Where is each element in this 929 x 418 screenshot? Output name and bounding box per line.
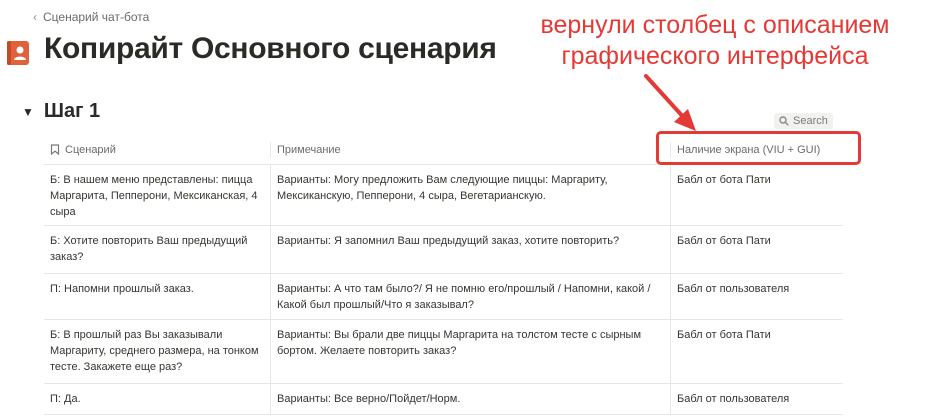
annotation-highlight-box [656,131,861,165]
annotation-arrow-icon [644,74,696,131]
section-header[interactable]: ▼ Шаг 1 [22,100,100,123]
annotation-text: вернули столбец с описанием графического… [505,10,925,72]
table-cell-screen[interactable]: Бабл от пользователя [671,384,843,414]
table-row[interactable]: П: Да. Варианты: Все верно/Пойдет/Норм. … [44,384,843,415]
breadcrumb-label[interactable]: Сценарий чат-бота [43,10,149,24]
search-icon [779,116,789,126]
table-cell-note[interactable]: Варианты: Вы брали две пиццы Маргарита н… [271,320,671,383]
table-cell-screen[interactable]: Бабл от пользователя [671,274,843,319]
table-cell-scenario[interactable]: Б: Хотите повторить Ваш предыдущий заказ… [44,226,271,273]
chevron-left-icon: ‹ [33,10,37,24]
breadcrumb[interactable]: ‹ Сценарий чат-бота [33,10,149,24]
column-header-scenario[interactable]: Сценарий [44,141,271,158]
table-cell-screen[interactable]: Бабл от бота Пати [671,320,843,383]
table-row[interactable]: Б: В прошлый раз Вы заказывали Маргариту… [44,320,843,384]
table-cell-note[interactable]: Варианты: Я запомнил Ваш предыдущий зака… [271,226,671,273]
table-cell-note[interactable]: Варианты: Все верно/Пойдет/Норм. [271,384,671,414]
search-button[interactable]: Search [774,113,833,129]
table-cell-scenario[interactable]: П: Да. [44,384,271,414]
table-cell-note[interactable]: Варианты: Могу предложить Вам следующие … [271,165,671,225]
bookmark-icon [50,144,60,155]
section-title: Шаг 1 [43,100,101,122]
search-label: Search [793,115,828,127]
toggle-triangle-icon[interactable]: ▼ [22,105,34,119]
annotation-line-1: вернули столбец с описанием [540,11,890,39]
table-row[interactable]: Б: Хотите повторить Ваш предыдущий заказ… [44,226,843,274]
scenario-table: Сценарий Примечание Наличие экрана (VIU … [44,135,843,415]
table-cell-scenario[interactable]: П: Напомни прошлый заказ. [44,274,271,319]
page-title: Копирайт Основного сценария [44,32,497,65]
annotation-line-2: графического интерфейса [561,42,869,70]
contact-book-icon [7,41,29,65]
table-cell-scenario[interactable]: Б: В прошлый раз Вы заказывали Маргариту… [44,320,271,383]
table-row[interactable]: П: Напомни прошлый заказ. Варианты: А чт… [44,274,843,320]
table-cell-note[interactable]: Варианты: А что там было?/ Я не помню ег… [271,274,671,319]
table-row[interactable]: Б: В нашем меню представлены: пицца Марг… [44,165,843,226]
table-cell-screen[interactable]: Бабл от бота Пати [671,165,843,225]
table-cell-screen[interactable]: Бабл от бота Пати [671,226,843,273]
table-cell-scenario[interactable]: Б: В нашем меню представлены: пицца Марг… [44,165,271,225]
column-header-note[interactable]: Примечание [271,141,671,158]
